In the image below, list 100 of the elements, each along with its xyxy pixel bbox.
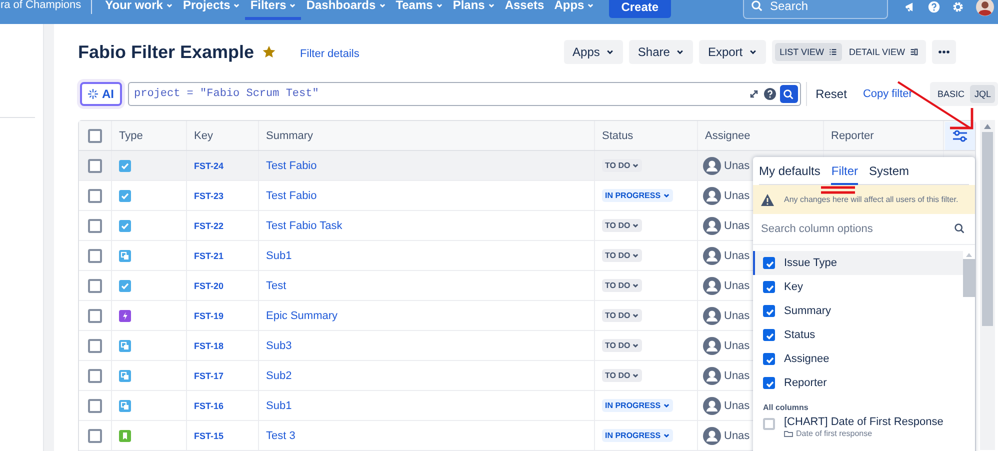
create-button[interactable]: Create (609, 0, 671, 18)
status-lozenge[interactable]: TO DO (602, 219, 642, 232)
column-option-label[interactable]: Issue Type (784, 257, 837, 269)
status-lozenge[interactable]: TO DO (602, 249, 642, 262)
issue-key-link[interactable]: FST-22 (194, 220, 224, 230)
row-checkbox[interactable] (88, 398, 102, 412)
issue-key-link[interactable]: FST-21 (194, 250, 224, 260)
issue-key-link[interactable]: FST-24 (194, 160, 224, 170)
column-option-label[interactable]: Key (784, 281, 803, 293)
row-checkbox[interactable] (88, 248, 102, 262)
nav-menu-item[interactable]: Projects (178, 0, 246, 20)
column-header[interactable]: Type (119, 130, 143, 142)
column-option-label[interactable]: Status (784, 329, 816, 341)
issue-key-link[interactable]: FST-17 (194, 370, 224, 380)
status-lozenge[interactable]: IN PROGRESS (602, 189, 673, 202)
column-settings-button[interactable] (944, 122, 974, 150)
issue-key-link[interactable]: FST-16 (194, 400, 224, 410)
scroll-up-icon (984, 124, 991, 129)
search-field[interactable]: Search column options (753, 214, 975, 244)
nav-menu-item[interactable]: Your work (100, 0, 178, 20)
column-header[interactable]: Assignee (705, 130, 750, 142)
column-option-label[interactable]: Reporter (784, 377, 827, 389)
row-checkbox[interactable] (88, 218, 102, 232)
view-toggle-button[interactable]: DETAIL VIEW (844, 43, 923, 61)
settings-icon[interactable] (952, 1, 964, 13)
column-header[interactable]: Status (602, 130, 634, 142)
row-checkbox[interactable] (88, 368, 102, 382)
search-field[interactable]: Search (743, 0, 888, 19)
issue-summary-link[interactable]: Sub1 (266, 250, 292, 262)
nav-menu-item[interactable]: Assets (500, 0, 550, 20)
help-icon[interactable] (764, 88, 776, 100)
column-option[interactable]: Summary (753, 299, 963, 323)
select-all-checkbox[interactable] (88, 128, 102, 142)
issue-summary-link[interactable]: Epic Summary (266, 310, 338, 322)
column-checkbox[interactable] (763, 329, 775, 341)
row-checkbox[interactable] (88, 188, 102, 202)
query-field[interactable]: project = "Fabio Scrum Test" (128, 82, 801, 106)
nav-menu-item[interactable]: Filters (245, 0, 302, 20)
assignee-name: Unas (724, 160, 750, 172)
status-lozenge[interactable]: TO DO (602, 159, 642, 172)
issue-summary-link[interactable]: Sub2 (266, 370, 292, 382)
avatar-icon[interactable] (976, 0, 994, 16)
row-checkbox[interactable] (88, 278, 102, 292)
column-header[interactable]: Summary (266, 130, 314, 142)
scrollbar[interactable] (43, 24, 54, 451)
issue-summary-link[interactable]: Sub1 (266, 400, 292, 412)
more-button[interactable] (932, 40, 956, 64)
issue-summary-link[interactable]: Test Fabio Task (266, 220, 342, 232)
column-checkbox[interactable] (763, 353, 775, 365)
dropdown-button[interactable]: Export (698, 40, 766, 64)
nav-menu-item[interactable]: Teams (390, 0, 448, 20)
ai-button[interactable]: AI (80, 82, 122, 106)
assignee-name: Unas (724, 250, 750, 262)
row-checkbox[interactable] (88, 428, 102, 442)
column-option[interactable]: Key (753, 275, 963, 299)
column-header[interactable]: Reporter (831, 130, 874, 142)
column-checkbox[interactable] (763, 418, 775, 430)
issue-summary-link[interactable]: Test Fabio (266, 160, 317, 172)
issue-summary-link[interactable]: Test (266, 280, 286, 292)
issue-summary-link[interactable]: Test Fabio (266, 190, 317, 202)
row-checkbox[interactable] (88, 158, 102, 172)
search-button[interactable] (780, 85, 798, 103)
expand-icon[interactable] (748, 88, 760, 100)
column-header[interactable]: Key (194, 130, 213, 142)
copy-filter-button[interactable]: Copy filter (858, 88, 916, 100)
star-icon[interactable] (262, 45, 276, 59)
mode-toggle-button[interactable]: BASIC (933, 85, 968, 103)
column-checkbox[interactable] (763, 281, 775, 293)
column-checkbox[interactable] (763, 257, 775, 269)
nav-menu-item[interactable]: Dashboards (301, 0, 391, 20)
nav-menu-item[interactable]: Apps (549, 0, 600, 20)
dropdown-button[interactable]: Apps (564, 40, 623, 64)
column-option-label[interactable]: Summary (784, 305, 832, 317)
row-checkbox[interactable] (88, 338, 102, 352)
reset-button[interactable]: Reset (812, 87, 851, 101)
column-checkbox[interactable] (763, 377, 775, 389)
filter-details-link[interactable]: Filter details (300, 48, 360, 60)
issue-key-link[interactable]: FST-19 (194, 310, 224, 320)
product-name[interactable]: ira of Champions (0, 0, 92, 11)
column-option[interactable]: Issue Type (753, 251, 963, 275)
issue-key-link[interactable]: FST-20 (194, 280, 224, 290)
status-lozenge[interactable]: IN PROGRESS (602, 429, 673, 442)
view-toggle-button[interactable]: LIST VIEW (774, 43, 842, 61)
status-lozenge[interactable]: TO DO (602, 369, 642, 382)
status-lozenge[interactable]: TO DO (602, 339, 642, 352)
issue-summary-link[interactable]: Sub3 (266, 340, 292, 352)
issue-key-link[interactable]: FST-15 (194, 430, 224, 440)
row-checkbox[interactable] (88, 308, 102, 322)
status-lozenge[interactable]: TO DO (602, 279, 642, 292)
scrollbar[interactable] (980, 120, 995, 450)
column-checkbox[interactable] (763, 305, 775, 317)
status-lozenge[interactable]: TO DO (602, 309, 642, 322)
dropdown-button[interactable]: Share (628, 40, 693, 64)
issue-key-link[interactable]: FST-23 (194, 190, 224, 200)
status-lozenge[interactable]: IN PROGRESS (602, 399, 673, 412)
help-icon[interactable] (928, 1, 940, 13)
mode-toggle-button[interactable]: JQL (970, 85, 995, 103)
issue-summary-link[interactable]: Test 3 (266, 430, 296, 442)
nav-menu-item[interactable]: Plans (448, 0, 500, 20)
issue-key-link[interactable]: FST-18 (194, 340, 224, 350)
